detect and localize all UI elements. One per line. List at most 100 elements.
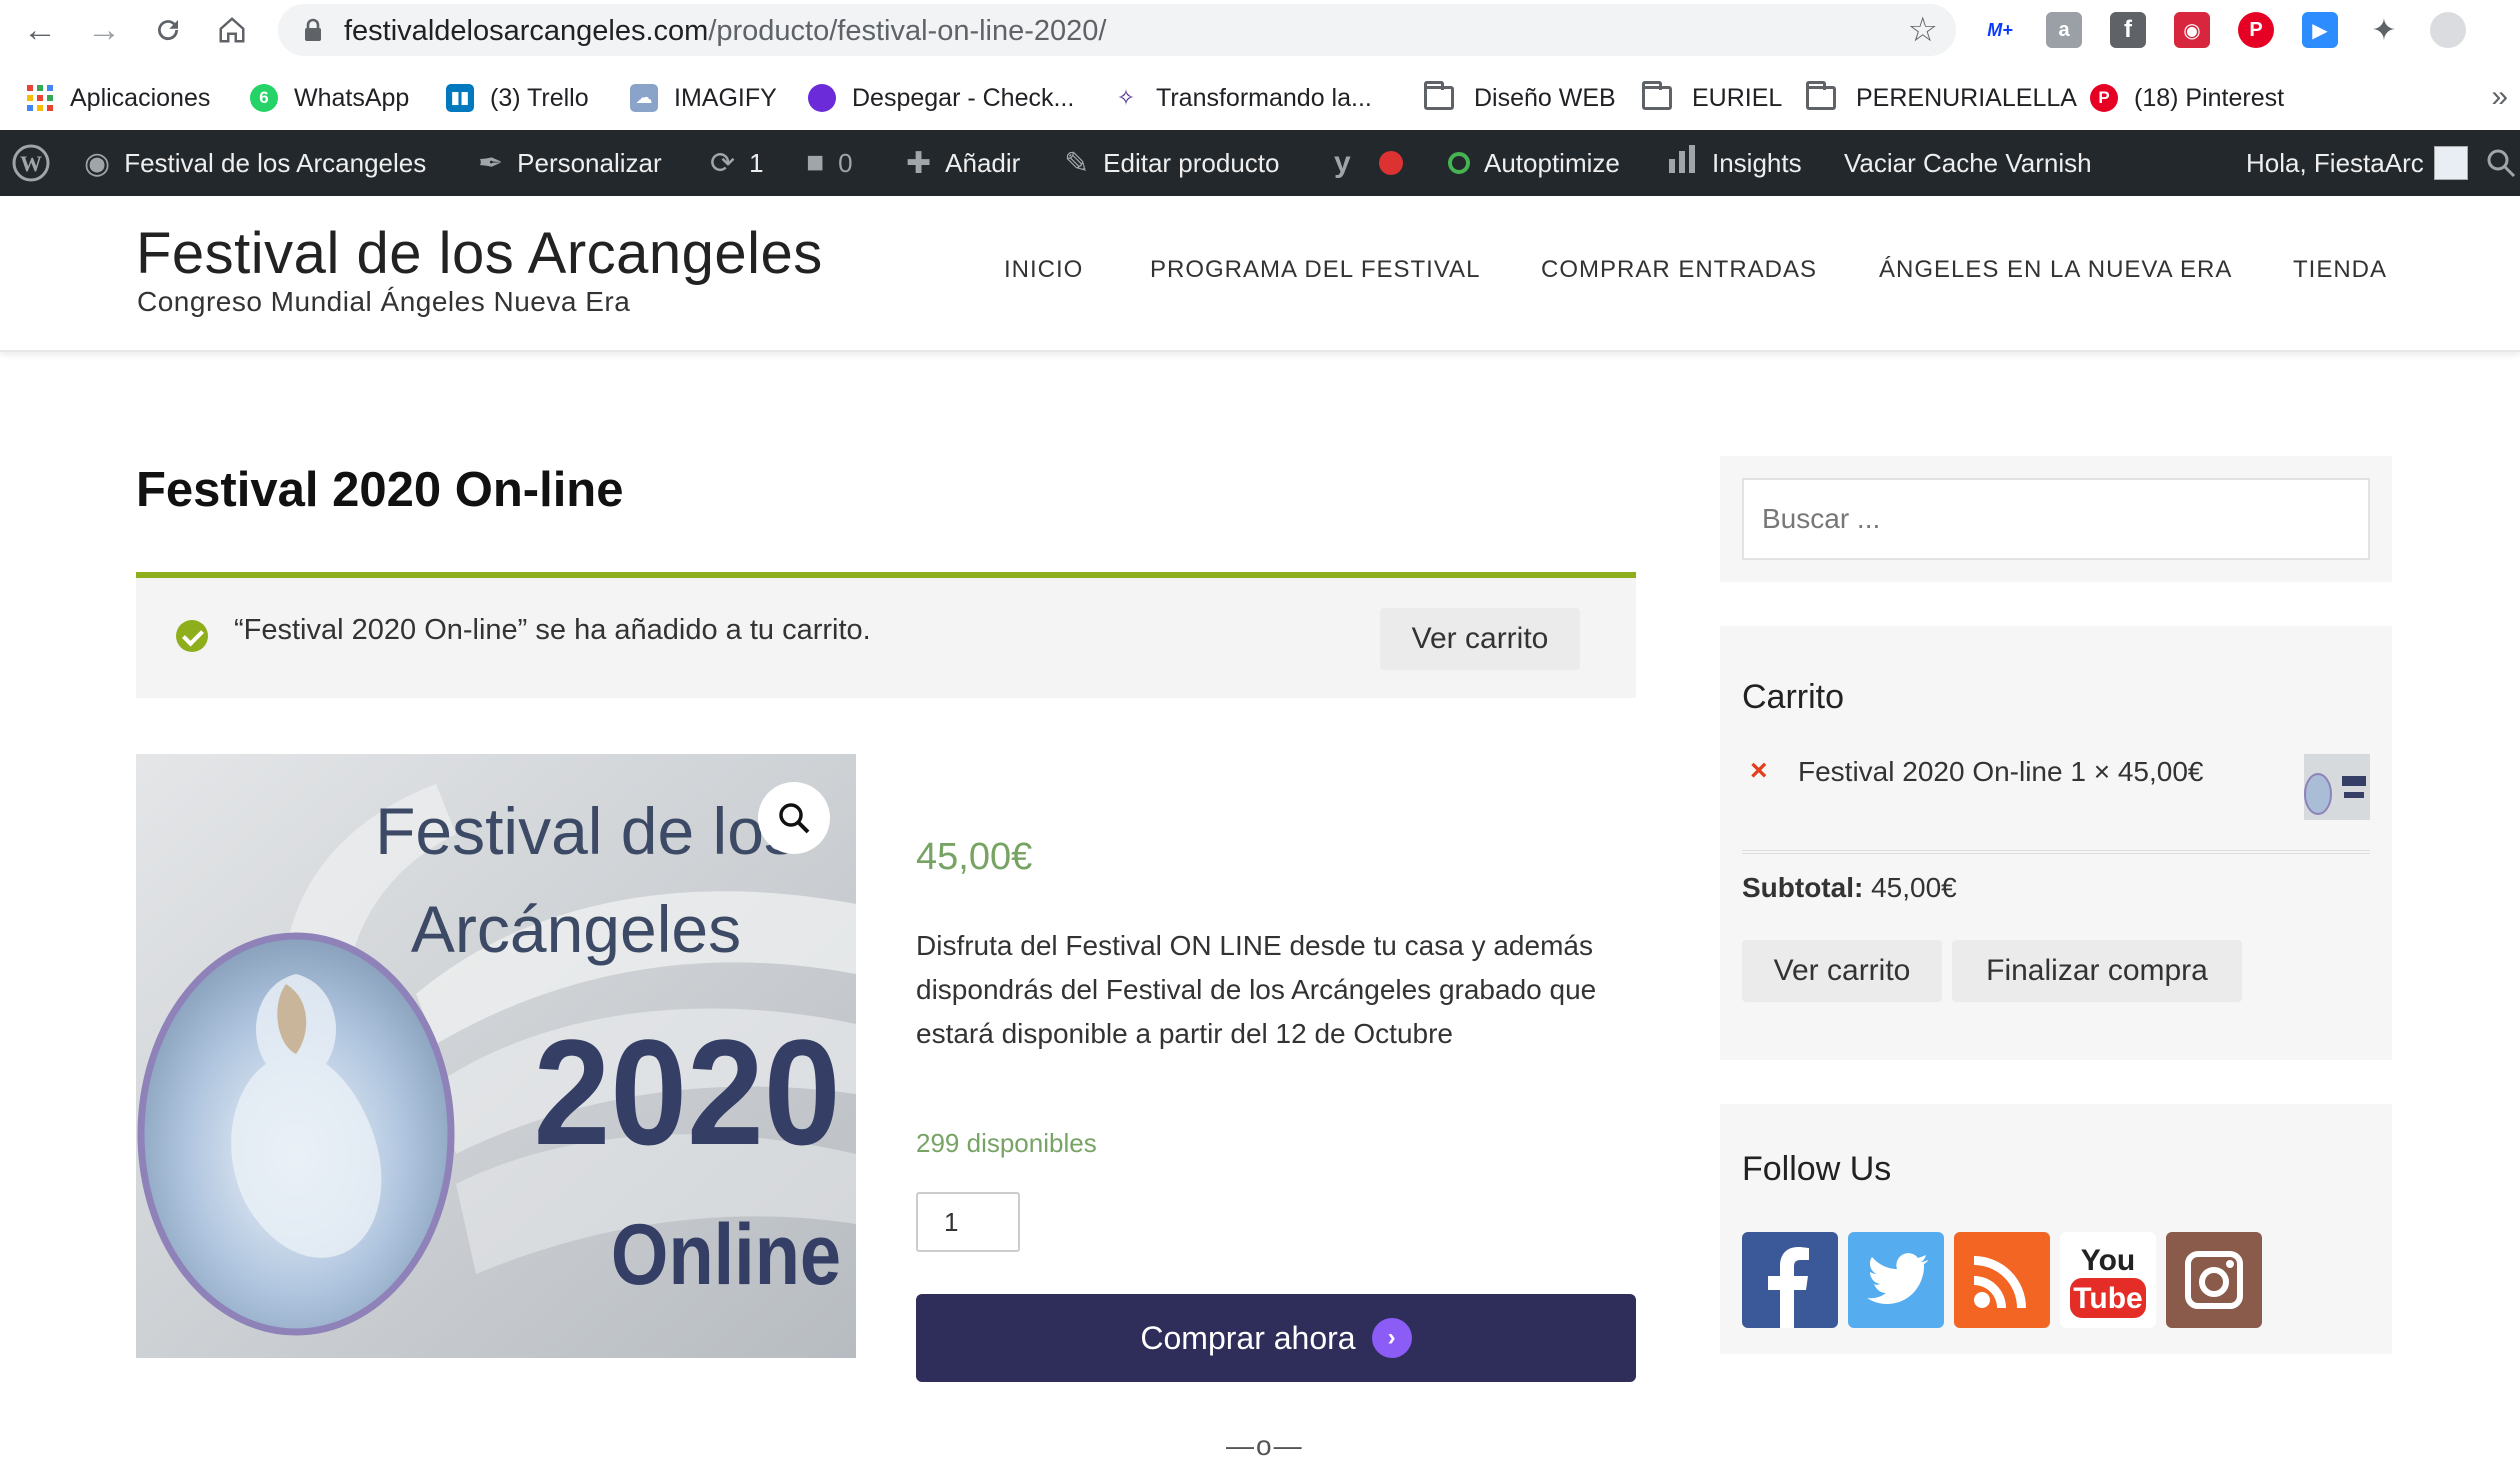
buy-now-label: Comprar ahora xyxy=(1140,1319,1356,1356)
extensions-puzzle-icon[interactable]: ✦ xyxy=(2366,12,2402,48)
updates-count: 1 xyxy=(749,147,764,178)
cart-subtotal: Subtotal: 45,00€ xyxy=(1742,872,1957,904)
admin-site-label: Festival de los Arcangeles xyxy=(124,147,427,178)
notice-view-cart-button[interactable]: Ver carrito xyxy=(1380,608,1580,670)
admin-add-new-label: Añadir xyxy=(945,147,1021,178)
facebook-icon[interactable] xyxy=(1742,1232,1838,1328)
bookmark-folder-perenurialella[interactable]: PERENURIALELLA xyxy=(1806,76,2077,120)
movistar-extension-icon[interactable]: M+ xyxy=(1982,12,2018,48)
forward-icon[interactable]: → xyxy=(84,10,124,50)
twitter-icon[interactable] xyxy=(1848,1232,1944,1328)
trello-icon: ▮▮ xyxy=(446,84,474,112)
admin-updates[interactable]: ⟳ 1 xyxy=(710,130,764,196)
svg-text:W: W xyxy=(20,151,42,176)
site-title[interactable]: Festival de los Arcangeles xyxy=(136,220,823,287)
bookmarks-overflow-button[interactable]: » xyxy=(2491,80,2508,114)
admin-add-new[interactable]: ✚ Añadir xyxy=(906,130,1020,196)
search-input[interactable] xyxy=(1742,478,2370,560)
widget-view-cart-button[interactable]: Ver carrito xyxy=(1742,940,1942,1002)
success-check-icon xyxy=(176,620,208,652)
plus-icon: ✚ xyxy=(906,146,932,180)
comment-icon: ■ xyxy=(806,146,825,179)
chevron-right-icon: › xyxy=(1371,1318,1412,1358)
cart-divider xyxy=(1742,850,2370,854)
shield-extension-icon[interactable]: ◉ xyxy=(2174,12,2210,48)
bookmark-pinterest[interactable]: P (18) Pinterest xyxy=(2090,76,2284,120)
admin-insights[interactable]: Insights xyxy=(1668,130,1802,196)
remove-item-icon[interactable]: × xyxy=(1750,754,1768,788)
bookmark-imagify[interactable]: ☁ IMAGIFY xyxy=(630,76,777,120)
admin-insights-label: Insights xyxy=(1712,147,1802,178)
admin-autoptimize[interactable]: Autoptimize xyxy=(1448,130,1620,196)
pinterest-extension-icon[interactable]: P xyxy=(2238,12,2274,48)
admin-customize[interactable]: ✒ Personalizar xyxy=(478,130,662,196)
admin-comments[interactable]: ■ 0 xyxy=(806,130,853,196)
admin-search-icon[interactable] xyxy=(2486,130,2516,196)
menu-item-angeles-nueva-era[interactable]: ÁNGELES EN LA NUEVA ERA xyxy=(1879,256,2232,284)
youtube-icon[interactable]: You Tube xyxy=(2060,1232,2156,1328)
facebook-extension-icon[interactable]: f xyxy=(2110,12,2146,48)
bookmark-star-icon[interactable]: ☆ xyxy=(1908,10,1938,50)
admin-customize-label: Personalizar xyxy=(517,147,662,178)
product-price: 45,00€ xyxy=(916,836,1033,878)
svg-text:Tube: Tube xyxy=(2073,1282,2142,1315)
translate-extension-icon[interactable]: a xyxy=(2046,12,2082,48)
bookmark-whatsapp[interactable]: 6 WhatsApp xyxy=(250,76,409,120)
checkout-button[interactable]: Finalizar compra xyxy=(1952,940,2242,1002)
section-separator: —o— xyxy=(1226,1430,1304,1461)
admin-varnish[interactable]: Vaciar Cache Varnish xyxy=(1844,130,2092,196)
cart-widget: Carrito × Festival 2020 On-line 1 × 45,0… xyxy=(1720,626,2392,1060)
lock-icon xyxy=(305,18,321,41)
bookmark-apps[interactable]: Aplicaciones xyxy=(26,76,210,120)
buy-now-button[interactable]: Comprar ahora › xyxy=(916,1294,1636,1382)
transformando-icon: ✧ xyxy=(1116,85,1136,110)
zoom-extension-icon[interactable]: ▶ xyxy=(2302,12,2338,48)
bookmark-label: Diseño WEB xyxy=(1474,83,1616,112)
url-text[interactable]: festivaldelosarcangeles.com/producto/fes… xyxy=(344,15,1106,48)
image-online: Online xyxy=(611,1206,841,1303)
bookmark-trello[interactable]: ▮▮ (3) Trello xyxy=(446,76,589,120)
admin-site-name[interactable]: ◉ Festival de los Arcangeles xyxy=(84,130,426,196)
bookmark-label: (3) Trello xyxy=(490,83,589,112)
product-image[interactable]: Festival de los Arcángeles 2020 Online xyxy=(136,754,856,1358)
bookmark-label: Despegar - Check... xyxy=(852,83,1075,112)
menu-item-comprar-entradas[interactable]: COMPRAR ENTRADAS xyxy=(1541,256,1817,284)
cart-item-line[interactable]: Festival 2020 On-line 1 × 45,00€ xyxy=(1798,756,2203,788)
folder-icon xyxy=(1806,81,1836,110)
bookmark-transformando[interactable]: ✧ Transformando la... xyxy=(1112,76,1372,120)
bookmark-folder-diseno-web[interactable]: Diseño WEB xyxy=(1424,76,1616,120)
admin-autoptimize-label: Autoptimize xyxy=(1484,147,1620,178)
cart-item-thumbnail[interactable] xyxy=(2304,754,2370,820)
menu-item-tienda[interactable]: TIENDA xyxy=(2293,256,2387,284)
bookmark-folder-euriel[interactable]: EURIEL xyxy=(1642,76,1782,120)
search-widget xyxy=(1720,456,2392,582)
back-icon[interactable]: ← xyxy=(20,10,60,50)
menu-item-programa[interactable]: PROGRAMA DEL FESTIVAL xyxy=(1150,256,1480,284)
bookmark-despegar[interactable]: Despegar - Check... xyxy=(808,76,1074,120)
instagram-icon[interactable] xyxy=(2166,1232,2262,1328)
bookmark-label: IMAGIFY xyxy=(674,83,777,112)
stock-availability: 299 disponibles xyxy=(916,1128,1097,1158)
admin-edit-product[interactable]: ✎ Editar producto xyxy=(1064,130,1279,196)
zoom-magnifier-button[interactable] xyxy=(758,782,830,854)
quantity-input[interactable] xyxy=(916,1192,1020,1252)
yoast-seo-icon[interactable]: y xyxy=(1334,130,1403,196)
user-avatar xyxy=(2433,146,2468,180)
address-bar[interactable]: festivaldelosarcangeles.com/producto/fes… xyxy=(278,4,1956,56)
bookmark-label: Transformando la... xyxy=(1156,83,1372,112)
reload-icon[interactable] xyxy=(148,10,188,50)
svg-text:You: You xyxy=(2081,1244,2135,1277)
admin-account[interactable]: Hola, FiestaArc xyxy=(2246,130,2468,196)
rss-icon[interactable] xyxy=(1954,1232,2050,1328)
menu-item-inicio[interactable]: INICIO xyxy=(1004,256,1083,284)
admin-varnish-label: Vaciar Cache Varnish xyxy=(1844,147,2092,178)
bookmark-label: Aplicaciones xyxy=(70,83,211,112)
bookmark-label: EURIEL xyxy=(1692,83,1783,112)
wordpress-logo-icon[interactable]: W xyxy=(12,130,50,196)
bookmarks-bar: Aplicaciones 6 WhatsApp ▮▮ (3) Trello ☁ … xyxy=(0,76,2520,120)
despegar-icon xyxy=(808,84,836,112)
profile-avatar-icon[interactable] xyxy=(2430,12,2466,48)
home-icon[interactable] xyxy=(212,10,252,50)
follow-us-title: Follow Us xyxy=(1742,1150,1892,1188)
follow-us-widget: Follow Us You Tube xyxy=(1720,1104,2392,1354)
